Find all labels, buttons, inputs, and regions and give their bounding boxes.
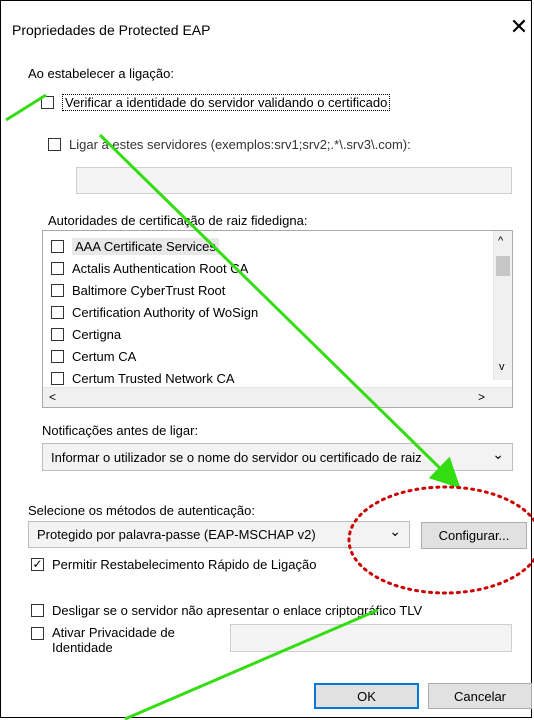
- list-item-label: Certification Authority of WoSign: [72, 305, 259, 320]
- connect-servers-checkbox[interactable]: [48, 138, 61, 151]
- privacy-label: Ativar Privacidade de Identidade: [52, 625, 175, 655]
- privacy-label-line2: Identidade: [52, 640, 113, 655]
- scroll-left-icon[interactable]: <: [49, 390, 56, 404]
- notifications-select[interactable]: Informar o utilizador se o nome do servi…: [42, 443, 513, 471]
- list-item-checkbox[interactable]: [51, 350, 64, 363]
- fast-reconnect-checkbox[interactable]: [31, 558, 44, 571]
- disconnect-tlv-row[interactable]: Desligar se o servidor não apresentar o …: [31, 603, 422, 618]
- verify-server-checkbox[interactable]: [41, 96, 54, 109]
- connect-servers-row[interactable]: Ligar a estes servidores (exemplos:srv1;…: [48, 137, 411, 152]
- chevron-down-icon: ⌄: [492, 445, 504, 462]
- list-item-checkbox[interactable]: [51, 372, 64, 385]
- servers-input[interactable]: [76, 167, 512, 194]
- list-item-label: Baltimore CyberTrust Root: [72, 283, 226, 298]
- disconnect-tlv-checkbox[interactable]: [31, 604, 44, 617]
- verify-server-row[interactable]: Verificar a identidade do servidor valid…: [41, 94, 391, 111]
- privacy-row[interactable]: Ativar Privacidade de Identidade: [31, 625, 175, 655]
- scroll-thumb[interactable]: [496, 256, 510, 276]
- list-item[interactable]: Baltimore CyberTrust Root: [51, 280, 225, 301]
- fast-reconnect-label: Permitir Restabelecimento Rápido de Liga…: [52, 557, 317, 572]
- list-item[interactable]: Certum CA: [51, 346, 136, 367]
- connect-servers-label: Ligar a estes servidores (exemplos:srv1;…: [69, 137, 411, 152]
- list-item-checkbox[interactable]: [51, 328, 64, 341]
- window-title: Propriedades de Protected EAP: [12, 22, 211, 38]
- list-item-checkbox[interactable]: [51, 240, 64, 253]
- list-item-label: Certigna: [72, 327, 122, 342]
- list-item[interactable]: Certum Trusted Network CA: [51, 368, 235, 389]
- list-item[interactable]: Certigna: [51, 324, 121, 345]
- list-item-label: Certum CA: [72, 349, 137, 364]
- list-item-label: Actalis Authentication Root CA: [72, 261, 249, 276]
- disconnect-tlv-label: Desligar se o servidor não apresentar o …: [52, 603, 423, 618]
- privacy-label-line1: Ativar Privacidade de: [52, 625, 175, 640]
- notifications-label: Notificações antes de ligar:: [42, 423, 199, 438]
- auth-methods-label: Selecione os métodos de autenticação:: [28, 503, 255, 518]
- trusted-roots-list[interactable]: AAA Certificate Services Actalis Authent…: [42, 230, 513, 408]
- list-item-checkbox[interactable]: [51, 284, 64, 297]
- cancel-button[interactable]: Cancelar: [428, 683, 532, 709]
- auth-method-select[interactable]: Protegido por palavra-passe (EAP-MSCHAP …: [28, 521, 410, 548]
- connect-section-label: Ao estabelecer a ligação:: [28, 66, 174, 81]
- scroll-down-icon[interactable]: v: [499, 361, 505, 373]
- list-item[interactable]: AAA Certificate Services: [51, 236, 219, 257]
- configure-button[interactable]: Configurar...: [421, 522, 527, 549]
- notifications-selected: Informar o utilizador se o nome do servi…: [51, 449, 422, 465]
- list-item-label: AAA Certificate Services: [72, 238, 219, 255]
- list-item-checkbox[interactable]: [51, 262, 64, 275]
- horizontal-scrollbar[interactable]: < >: [43, 387, 512, 407]
- close-button[interactable]: ✕: [506, 14, 532, 40]
- trusted-roots-label: Autoridades de certificação de raiz fide…: [48, 213, 308, 228]
- auth-method-selected: Protegido por palavra-passe (EAP-MSCHAP …: [37, 527, 316, 542]
- list-item-label: Certum Trusted Network CA: [72, 371, 235, 386]
- chevron-down-icon: ⌄: [389, 523, 401, 539]
- privacy-checkbox[interactable]: [31, 627, 44, 640]
- scroll-up-icon[interactable]: ^: [498, 235, 503, 247]
- vertical-scrollbar[interactable]: ^ v: [493, 231, 512, 380]
- list-item-checkbox[interactable]: [51, 306, 64, 319]
- verify-server-label: Verificar a identidade do servidor valid…: [62, 94, 391, 111]
- list-item[interactable]: Certification Authority of WoSign: [51, 302, 258, 323]
- list-item[interactable]: Actalis Authentication Root CA: [51, 258, 248, 279]
- scroll-right-icon[interactable]: >: [478, 390, 485, 404]
- fast-reconnect-row[interactable]: Permitir Restabelecimento Rápido de Liga…: [31, 557, 316, 572]
- ok-button[interactable]: OK: [314, 683, 419, 709]
- privacy-identity-input[interactable]: [230, 624, 512, 652]
